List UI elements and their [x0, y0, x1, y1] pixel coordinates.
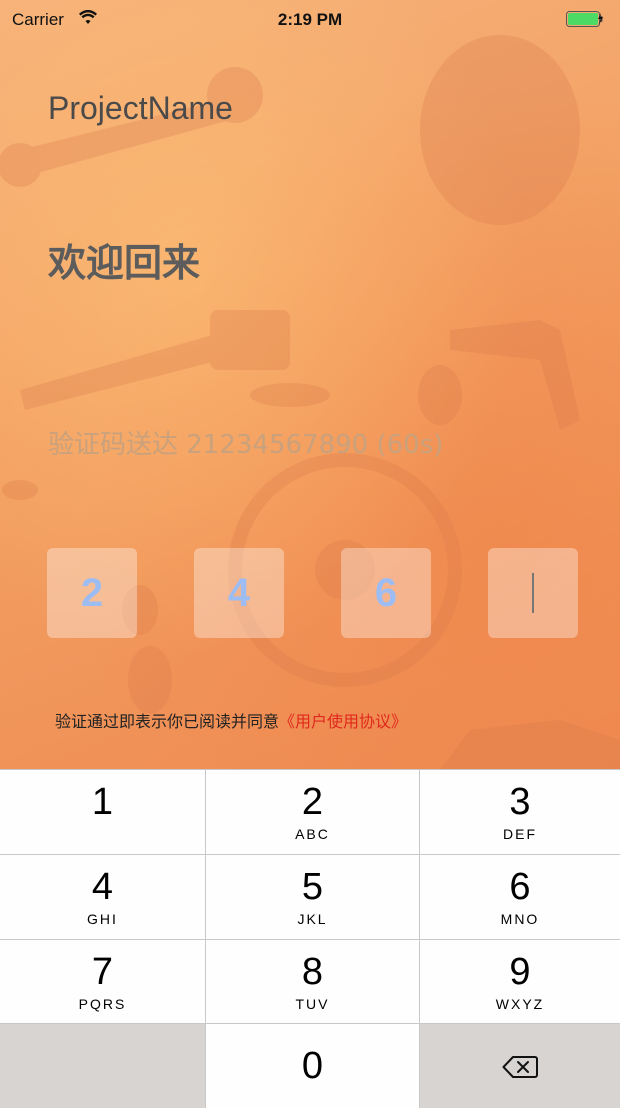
key-digit: 4: [91, 866, 114, 908]
code-digit-1[interactable]: 2: [47, 548, 137, 638]
text-cursor: [532, 573, 534, 613]
status-bar: Carrier 2:19 PM: [0, 0, 620, 40]
clock: 2:19 PM: [277, 10, 343, 29]
key-digit: 8: [301, 951, 324, 993]
code-digit-2[interactable]: 4: [194, 548, 284, 638]
agreement-notice: 验证通过即表示你已阅读并同意《用户使用协议》: [55, 708, 407, 732]
key-digit: 2: [301, 781, 324, 823]
app-title: ProjectName: [48, 90, 233, 126]
welcome-heading: 欢迎回来: [48, 241, 201, 285]
verification-screen: Carrier 2:19 PM ProjectName 欢迎回来 验证码送达 2…: [0, 0, 620, 1108]
key-letters: WXYZ: [495, 996, 545, 1012]
key-5[interactable]: 5 JKL: [206, 855, 419, 939]
keypad-divider: [0, 1023, 620, 1024]
key-digit: 9: [509, 951, 531, 993]
key-digit: 3: [509, 781, 531, 823]
key-digit: 5: [301, 866, 324, 908]
key-1[interactable]: 1: [0, 770, 205, 854]
key-9[interactable]: 9 WXYZ: [420, 940, 620, 1024]
key-3[interactable]: 3 DEF: [420, 770, 620, 854]
key-letters: JKL: [297, 911, 328, 927]
key-letters: TUV: [295, 996, 330, 1012]
keypad-divider: [0, 939, 620, 940]
key-letters: PQRS: [78, 996, 127, 1012]
code-digit-3[interactable]: 6: [341, 548, 431, 638]
key-letters: DEF: [503, 826, 537, 842]
battery-charging-icon: [566, 11, 603, 27]
code-sent-countdown[interactable]: 验证码送达 21234567890 (60s): [48, 424, 443, 461]
delete-key[interactable]: [420, 1024, 620, 1108]
key-blank: [0, 1024, 205, 1108]
key-6[interactable]: 6 MNO: [420, 855, 620, 939]
key-letters: GHI: [87, 911, 118, 927]
key-letters: ABC: [295, 826, 330, 842]
backspace-icon: [502, 1055, 538, 1078]
key-digit: 1: [91, 781, 114, 823]
numeric-keypad: 1 2 ABC 3 DEF 4 GHI 5 JKL 6 MNO 7 PQRS 8: [0, 769, 620, 1108]
key-0[interactable]: 0: [206, 1024, 419, 1108]
key-digit: 0: [301, 1045, 324, 1087]
keypad-divider: [0, 854, 620, 855]
key-digit: 6: [509, 866, 531, 908]
key-2[interactable]: 2 ABC: [206, 770, 419, 854]
key-7[interactable]: 7 PQRS: [0, 940, 205, 1024]
key-4[interactable]: 4 GHI: [0, 855, 205, 939]
key-8[interactable]: 8 TUV: [206, 940, 419, 1024]
agreement-text: 验证通过即表示你已阅读并同意: [55, 712, 280, 731]
code-digit-4[interactable]: [488, 548, 578, 638]
key-digit: 7: [91, 951, 114, 993]
user-agreement-link[interactable]: 《用户使用协议》: [279, 712, 407, 731]
key-letters: MNO: [500, 911, 540, 927]
